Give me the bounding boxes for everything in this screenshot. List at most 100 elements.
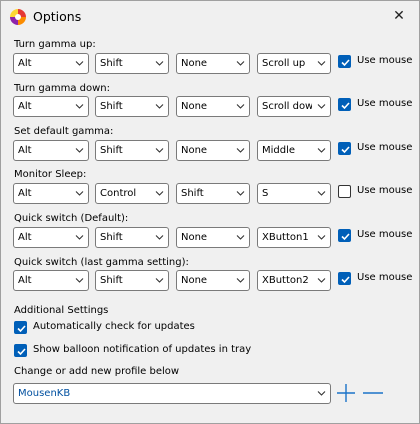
use-mouse-checkbox[interactable] (338, 185, 351, 198)
chevron-down-icon (75, 235, 84, 240)
modifier-1-select-value: Alt (18, 58, 32, 69)
use-mouse-checkbox[interactable] (338, 229, 351, 242)
chevron-down-icon (75, 191, 84, 196)
modifier-2-select-value: Shift (100, 101, 123, 112)
modifier-2-select[interactable]: Shift (95, 227, 169, 248)
use-mouse-label: Use mouse (357, 229, 413, 240)
remove-profile-button[interactable] (362, 383, 384, 403)
checkmark-icon (17, 325, 26, 333)
key-select[interactable]: Middle (257, 140, 331, 161)
close-button[interactable]: ✕ (385, 5, 413, 27)
auto-check-updates-checkbox[interactable] (14, 321, 27, 334)
key-select[interactable]: XButton1 (257, 227, 331, 248)
chevron-down-icon (236, 104, 245, 109)
modifier-2-select[interactable]: Shift (95, 270, 169, 291)
title-bar: Options ✕ (1, 1, 419, 32)
chevron-down-icon (236, 278, 245, 283)
add-profile-button[interactable] (336, 383, 356, 403)
chevron-down-icon (75, 148, 84, 153)
key-select-value: S (262, 188, 269, 199)
modifier-2-select-value: Shift (100, 232, 123, 243)
chevron-down-icon (317, 104, 326, 109)
checkmark-icon (341, 233, 350, 241)
chevron-down-icon (236, 148, 245, 153)
key-select-value: Scroll up (262, 58, 306, 69)
chevron-down-icon (155, 191, 164, 196)
modifier-3-select-value: None (181, 145, 208, 156)
modifier-3-select[interactable]: None (176, 140, 250, 161)
chevron-down-icon (236, 235, 245, 240)
use-mouse-label: Use mouse (357, 185, 413, 196)
hotkey-row-label: Set default gamma: (14, 126, 114, 137)
balloon-notification-label: Show balloon notification of updates in … (33, 344, 252, 355)
chevron-down-icon (155, 104, 164, 109)
additional-settings-heading: Additional Settings (14, 305, 109, 316)
modifier-3-select-value: None (181, 232, 208, 243)
modifier-2-select-value: Control (100, 188, 137, 199)
profile-select-value: MousenKB (18, 388, 71, 399)
use-mouse-label: Use mouse (357, 55, 413, 66)
use-mouse-label: Use mouse (357, 272, 413, 283)
use-mouse-label: Use mouse (357, 98, 413, 109)
chevron-down-icon (317, 235, 326, 240)
modifier-3-select[interactable]: None (176, 96, 250, 117)
modifier-2-select[interactable]: Shift (95, 96, 169, 117)
chevron-down-icon (155, 235, 164, 240)
options-window: Options ✕ Turn gamma up: Alt Shift None Scro… (0, 0, 420, 424)
use-mouse-checkbox[interactable] (338, 98, 351, 111)
key-select[interactable]: S (257, 183, 331, 204)
modifier-1-select-value: Alt (18, 232, 32, 243)
modifier-3-select[interactable]: None (176, 227, 250, 248)
profile-heading: Change or add new profile below (14, 366, 180, 377)
checkmark-icon (341, 102, 350, 110)
modifier-3-select-value: Shift (181, 188, 204, 199)
chevron-down-icon (317, 278, 326, 283)
key-select[interactable]: Scroll down (257, 96, 331, 117)
chevron-down-icon (155, 148, 164, 153)
modifier-3-select[interactable]: None (176, 53, 250, 74)
modifier-1-select[interactable]: Alt (13, 96, 89, 117)
hotkey-row-label: Quick switch (Default): (14, 213, 129, 224)
checkmark-icon (341, 146, 350, 154)
key-select-value: XButton1 (262, 232, 309, 243)
use-mouse-checkbox[interactable] (338, 142, 351, 155)
modifier-2-select[interactable]: Shift (95, 53, 169, 74)
modifier-1-select[interactable]: Alt (13, 183, 89, 204)
profile-select[interactable]: MousenKB (13, 383, 331, 404)
window-title: Options (33, 9, 82, 24)
modifier-2-select-value: Shift (100, 275, 123, 286)
chevron-down-icon (317, 391, 326, 396)
modifier-1-select[interactable]: Alt (13, 140, 89, 161)
modifier-2-select[interactable]: Shift (95, 140, 169, 161)
modifier-2-select[interactable]: Control (95, 183, 169, 204)
modifier-1-select[interactable]: Alt (13, 270, 89, 291)
modifier-1-select-value: Alt (18, 101, 32, 112)
chevron-down-icon (317, 61, 326, 66)
modifier-1-select-value: Alt (18, 275, 32, 286)
key-select-value: XButton2 (262, 275, 309, 286)
chevron-down-icon (75, 61, 84, 66)
modifier-3-select[interactable]: None (176, 270, 250, 291)
checkmark-icon (17, 348, 26, 356)
checkmark-icon (341, 59, 350, 67)
key-select[interactable]: Scroll up (257, 53, 331, 74)
chevron-down-icon (75, 104, 84, 109)
use-mouse-checkbox[interactable] (338, 272, 351, 285)
modifier-1-select[interactable]: Alt (13, 227, 89, 248)
modifier-3-select[interactable]: Shift (176, 183, 250, 204)
hotkey-row-label: Monitor Sleep: (14, 169, 87, 180)
chevron-down-icon (317, 148, 326, 153)
chevron-down-icon (317, 191, 326, 196)
modifier-1-select-value: Alt (18, 188, 32, 199)
modifier-3-select-value: None (181, 58, 208, 69)
chevron-down-icon (236, 191, 245, 196)
auto-check-updates-label: Automatically check for updates (33, 321, 195, 332)
key-select[interactable]: XButton2 (257, 270, 331, 291)
use-mouse-checkbox[interactable] (338, 55, 351, 68)
hotkey-row-label: Turn gamma down: (14, 83, 110, 94)
modifier-1-select[interactable]: Alt (13, 53, 89, 74)
use-mouse-label: Use mouse (357, 142, 413, 153)
balloon-notification-checkbox[interactable] (14, 344, 27, 357)
chevron-down-icon (75, 278, 84, 283)
key-select-value: Scroll down (262, 101, 312, 112)
